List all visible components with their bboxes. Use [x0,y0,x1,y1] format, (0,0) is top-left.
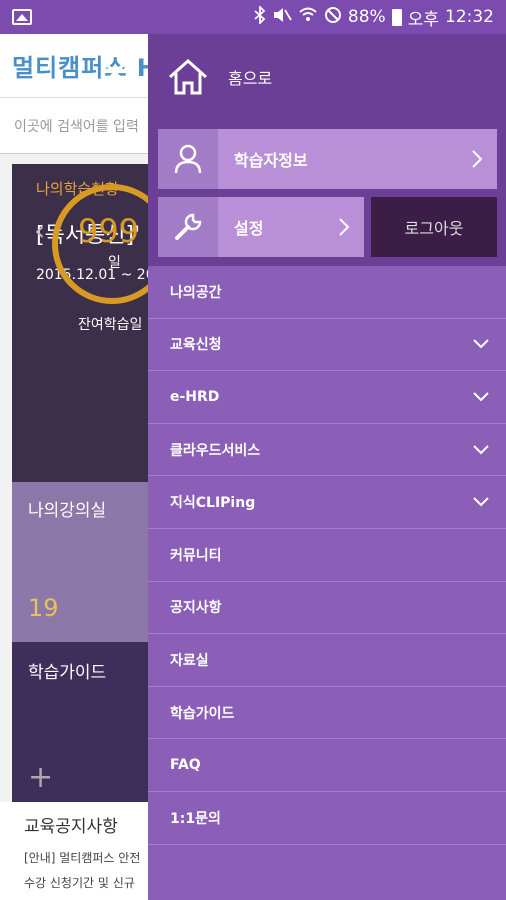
notice-title: 교육공지사항 [24,817,118,837]
do-not-disturb-icon [324,6,342,29]
bluetooth-icon [254,4,266,29]
notice-section: 교육공지사항 [안내] 멀티캠퍼스 안전 수강 신청기간 및 신규 [0,802,160,900]
clock: 12:32 [445,7,494,27]
menu-item[interactable]: 지식CLIPing [148,476,506,529]
status-bar: 88% 오후 12:32 [0,0,506,34]
mute-icon [272,6,292,29]
settings-label: 설정 [234,219,264,238]
menu-item[interactable]: 자료실 [148,634,506,687]
learner-info-label: 학습자정보 [234,151,308,170]
menu-item[interactable]: 커뮤니티 [148,529,506,582]
learner-info-button[interactable]: 학습자정보 [158,129,497,189]
home-button[interactable]: 홈으로 [148,34,506,120]
battery-icon [391,8,402,26]
chevron-down-icon [470,439,492,461]
menu-item-label: 자료실 [170,652,209,669]
chevron-left-icon[interactable]: ‹ [34,214,45,247]
notice-item[interactable]: [안내] 멀티캠퍼스 안전 [24,849,140,866]
menu-item[interactable]: 학습가이드 [148,687,506,740]
app-logo: 멀티캠퍼스 H [12,54,158,82]
chevron-right-icon [324,217,364,237]
chevron-down-icon [470,386,492,408]
classroom-count: 19 [28,594,59,622]
menu-item[interactable]: e-HRD [148,371,506,424]
menu-item[interactable]: 교육신청 [148,319,506,372]
logout-button[interactable]: 로그아웃 [371,197,497,257]
settings-button[interactable]: 설정 [158,197,364,257]
menu-item-label: 1:1문의 [170,810,221,827]
menu-item-label: 학습가이드 [170,705,235,722]
learning-guide-panel[interactable]: 학습가이드 + [12,642,152,802]
menu-item-label: 공지사항 [170,600,222,617]
chevron-down-icon [470,333,492,355]
close-icon [102,60,128,86]
remaining-label: 잔여학습일 [78,317,143,333]
plus-icon: + [28,760,54,795]
menu-item[interactable]: FAQ [148,739,506,792]
menu-item-label: 커뮤니티 [170,547,222,564]
menu-item-label: e-HRD [170,388,220,405]
menu-item-label: 나의공간 [170,284,222,301]
menu-item-label: 지식CLIPing [170,495,256,512]
menu-item[interactable]: 공지사항 [148,582,506,635]
my-classroom-title: 나의강의실 [28,501,107,521]
learning-guide-title: 학습가이드 [28,663,107,683]
battery-percent: 88% [347,7,386,27]
my-classroom-panel[interactable]: 나의강의실 19 [12,482,152,642]
wifi-icon [298,6,318,29]
notice-item[interactable]: 수강 신청기간 및 신규 [24,874,136,891]
close-drawer-button[interactable] [100,58,130,94]
menu-item[interactable]: 1:1문의 [148,792,506,845]
drawer-header: 홈으로 학습자정보 설정 로그아웃 [148,34,506,266]
gallery-notification-icon [12,9,32,25]
home-label: 홈으로 [228,69,273,88]
person-icon [158,129,218,189]
wrench-icon [158,197,218,257]
home-icon [148,34,228,120]
menu-item[interactable]: 클라우드서비스 [148,424,506,477]
menu-item-label: 클라우드서비스 [170,442,261,459]
remaining-days: 999 [78,212,140,250]
chevron-right-icon [457,149,497,169]
navigation-drawer: 홈으로 학습자정보 설정 로그아웃 나의공간교육신청 e-HRD 클라우드서비스지식… [148,34,506,900]
menu-item-label: FAQ [170,757,201,774]
days-unit: 일 [108,255,121,271]
menu-item[interactable]: 나의공간 [148,266,506,319]
drawer-menu: 나의공간교육신청 e-HRD 클라우드서비스지식CLIPing 커뮤니티공지사항자료실… [148,266,506,845]
ampm-label: 오후 [407,9,439,30]
menu-item-label: 교육신청 [170,337,222,354]
chevron-down-icon [470,491,492,513]
